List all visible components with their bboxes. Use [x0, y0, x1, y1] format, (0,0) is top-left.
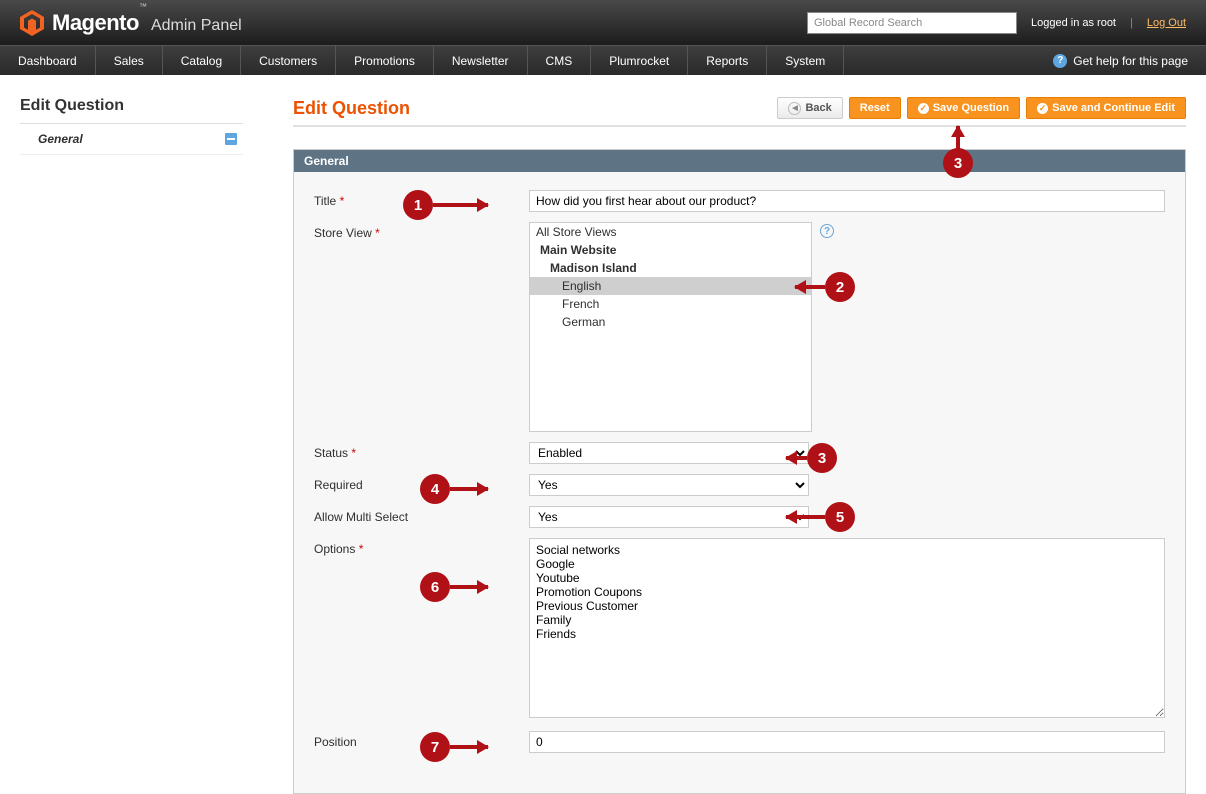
- status-select[interactable]: Enabled: [529, 442, 809, 464]
- storeview-store-english[interactable]: English: [530, 277, 811, 295]
- separator: |: [1130, 17, 1133, 29]
- panel-title: General: [294, 150, 1185, 172]
- callout-arrow: [795, 285, 825, 289]
- nav-customers[interactable]: Customers: [241, 46, 336, 75]
- page-head: Edit Question ◄ Back Reset ✓ Save Question…: [293, 97, 1186, 127]
- callout-4: 4: [420, 474, 450, 504]
- logout-link[interactable]: Log Out: [1147, 17, 1186, 29]
- nav-system[interactable]: System: [767, 46, 844, 75]
- nav-cms[interactable]: CMS: [528, 46, 592, 75]
- callout-arrow: [786, 456, 807, 460]
- nav-plumrocket[interactable]: Plumrocket: [591, 46, 688, 75]
- options-textarea[interactable]: [529, 538, 1165, 718]
- nav-sales[interactable]: Sales: [96, 46, 163, 75]
- nav-help-link[interactable]: ? Get help for this page: [1035, 46, 1206, 75]
- back-button[interactable]: ◄ Back: [777, 97, 842, 119]
- status-label: Status *: [314, 442, 529, 460]
- check-icon: ✓: [918, 103, 929, 114]
- position-input[interactable]: [529, 731, 1165, 753]
- magento-logo-icon: [20, 10, 44, 36]
- global-search-input[interactable]: [807, 12, 1017, 34]
- content: Edit Question ◄ Back Reset ✓ Save Question…: [243, 97, 1186, 794]
- callout-1: 1: [403, 190, 433, 220]
- save-question-button[interactable]: ✓ Save Question: [907, 97, 1020, 119]
- callout-arrow: [786, 515, 825, 519]
- header-right: Logged in as root | Log Out: [807, 12, 1186, 34]
- callout-5: 5: [825, 502, 855, 532]
- callout-2: 2: [825, 272, 855, 302]
- required-select[interactable]: Yes: [529, 474, 809, 496]
- logged-in-text: Logged in as root: [1031, 17, 1116, 29]
- info-icon[interactable]: ?: [820, 224, 834, 238]
- brand-name: Magento™Admin Panel: [52, 10, 242, 36]
- nav-promotions[interactable]: Promotions: [336, 46, 434, 75]
- page-title: Edit Question: [293, 98, 410, 119]
- storeview-group: Madison Island: [530, 259, 811, 277]
- options-label: Options *: [314, 538, 529, 556]
- callout-3-status: 3: [807, 443, 837, 473]
- page-actions: ◄ Back Reset ✓ Save Question ✓ Save and Con…: [777, 97, 1186, 119]
- sidebar-item-label: General: [38, 132, 83, 146]
- callout-arrow: [433, 203, 488, 207]
- nav-help-label: Get help for this page: [1073, 54, 1188, 68]
- admin-header: Magento™Admin Panel Logged in as root | …: [0, 0, 1206, 45]
- back-arrow-icon: ◄: [788, 102, 801, 115]
- storeview-store-german[interactable]: German: [530, 313, 811, 331]
- nav-newsletter[interactable]: Newsletter: [434, 46, 528, 75]
- sidebar-item-general[interactable]: General: [20, 124, 243, 155]
- storeview-all[interactable]: All Store Views: [530, 223, 811, 241]
- check-icon: ✓: [1037, 103, 1048, 114]
- callout-arrow: [450, 487, 488, 491]
- storeview-label: Store View *: [314, 222, 529, 240]
- nav-dashboard[interactable]: Dashboard: [0, 46, 96, 75]
- general-panel: General Title * Store View * All Store V…: [293, 149, 1186, 794]
- save-continue-label: Save and Continue Edit: [1052, 102, 1175, 114]
- callout-6: 6: [420, 572, 450, 602]
- callout-3-top: 3: [943, 148, 973, 178]
- sidebar: Edit Question General: [20, 97, 243, 794]
- storeview-website: Main Website: [530, 241, 811, 259]
- nav-reports[interactable]: Reports: [688, 46, 767, 75]
- callout-arrow: [450, 585, 488, 589]
- help-icon: ?: [1053, 54, 1067, 68]
- sidebar-title: Edit Question: [20, 97, 243, 124]
- multiselect-select[interactable]: Yes: [529, 506, 809, 528]
- callout-arrow: [956, 126, 960, 149]
- save-continue-button[interactable]: ✓ Save and Continue Edit: [1026, 97, 1186, 119]
- storeview-store-french[interactable]: French: [530, 295, 811, 313]
- nav-catalog[interactable]: Catalog: [163, 46, 241, 75]
- callout-7: 7: [420, 732, 450, 762]
- back-label: Back: [805, 102, 831, 114]
- logo: Magento™Admin Panel: [20, 10, 242, 36]
- main-nav: Dashboard Sales Catalog Customers Promot…: [0, 45, 1206, 75]
- collapse-icon: [225, 133, 237, 145]
- save-label: Save Question: [933, 102, 1009, 114]
- storeview-select[interactable]: All Store Views Main Website Madison Isl…: [529, 222, 812, 432]
- callout-arrow: [450, 745, 488, 749]
- reset-button[interactable]: Reset: [849, 97, 901, 119]
- multiselect-label: Allow Multi Select: [314, 506, 529, 524]
- title-input[interactable]: [529, 190, 1165, 212]
